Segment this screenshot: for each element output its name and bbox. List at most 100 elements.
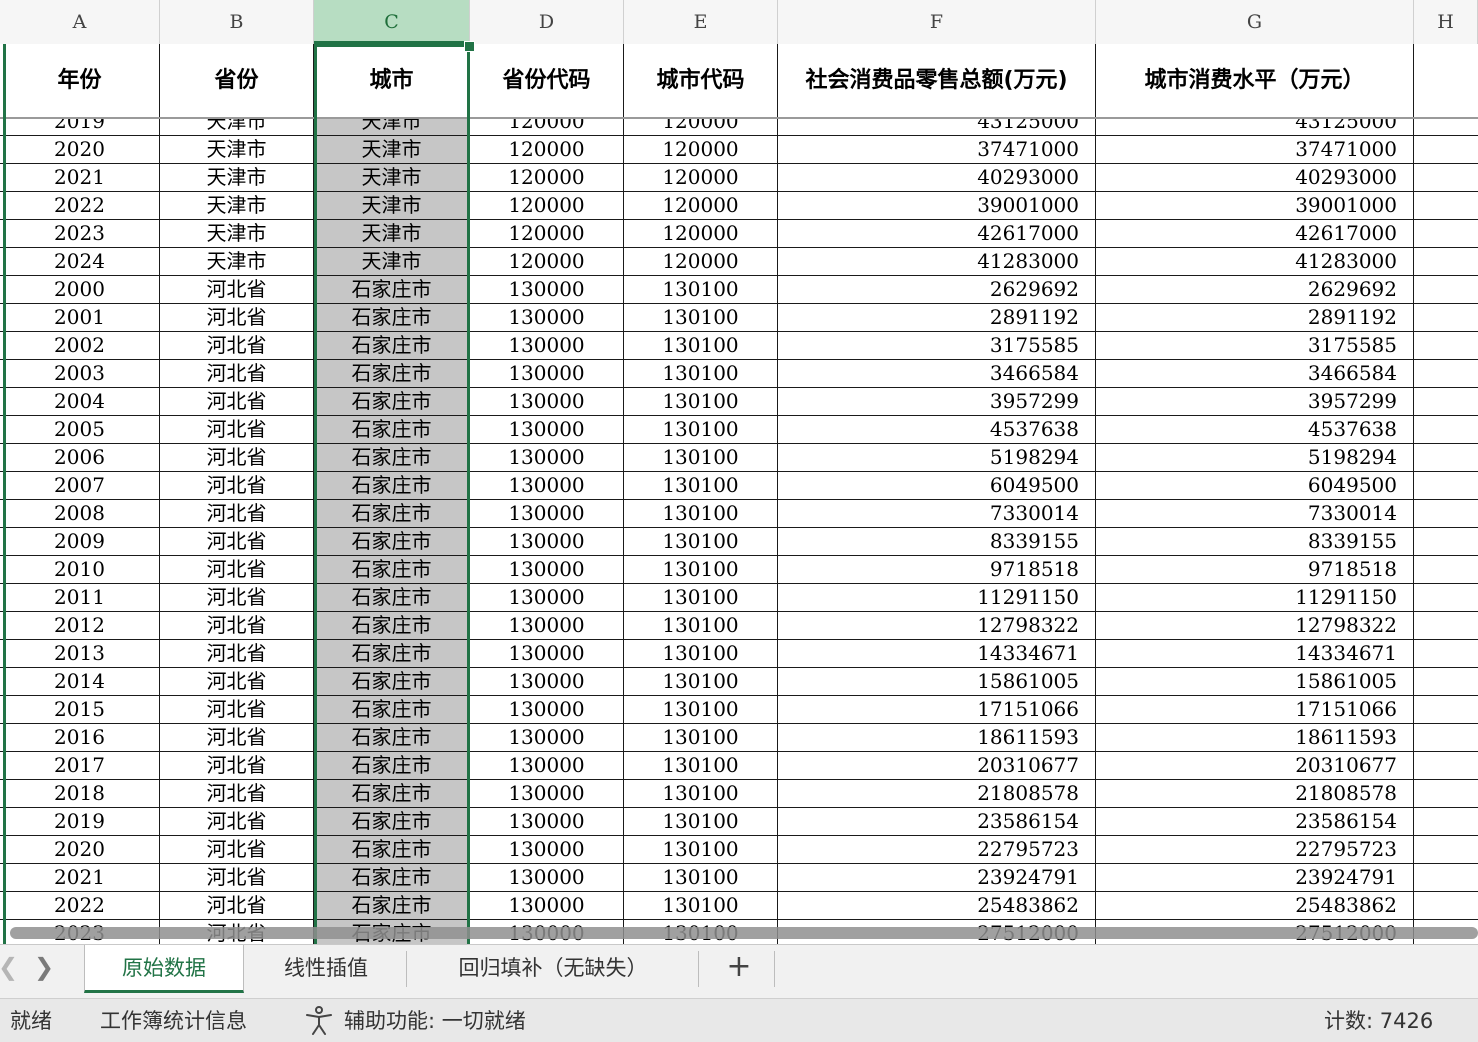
cell-g[interactable]: 39001000 <box>1096 192 1414 219</box>
cell-f[interactable]: 14334671 <box>778 640 1096 667</box>
cell-h[interactable] <box>1414 864 1478 891</box>
cell-b[interactable]: 河北省 <box>160 752 314 779</box>
cell-f[interactable]: 6049500 <box>778 472 1096 499</box>
cell-g[interactable]: 12798322 <box>1096 612 1414 639</box>
cell-d[interactable]: 130000 <box>470 696 624 723</box>
cell-a[interactable]: 2005 <box>0 416 160 443</box>
cell-d[interactable]: 130000 <box>470 332 624 359</box>
cell-g[interactable]: 15861005 <box>1096 668 1414 695</box>
cell-c[interactable]: 石家庄市 <box>314 304 470 331</box>
cell-h[interactable] <box>1414 276 1478 303</box>
cell-f[interactable]: 37471000 <box>778 136 1096 163</box>
cell-d[interactable]: 130000 <box>470 612 624 639</box>
cell-b[interactable]: 河北省 <box>160 696 314 723</box>
cell-d[interactable]: 130000 <box>470 584 624 611</box>
cell-b[interactable]: 天津市 <box>160 192 314 219</box>
cell-b[interactable]: 河北省 <box>160 836 314 863</box>
cell-e[interactable]: 130100 <box>624 444 778 471</box>
cell-e[interactable]: 130100 <box>624 388 778 415</box>
cell-c[interactable]: 石家庄市 <box>314 780 470 807</box>
cell-g[interactable]: 3957299 <box>1096 388 1414 415</box>
cell-g[interactable]: 21808578 <box>1096 780 1414 807</box>
cell-f[interactable]: 21808578 <box>778 780 1096 807</box>
sheet-tab-linear-interp[interactable]: 线性插值 <box>246 945 406 991</box>
column-letter-g[interactable]: G <box>1096 0 1414 44</box>
cell-e[interactable]: 130100 <box>624 472 778 499</box>
column-letter-f[interactable]: F <box>778 0 1096 44</box>
cell-a[interactable]: 2024 <box>0 248 160 275</box>
cell-a[interactable]: 2014 <box>0 668 160 695</box>
cell-d[interactable]: 130000 <box>470 500 624 527</box>
cell-e[interactable]: 130100 <box>624 556 778 583</box>
cell-c[interactable]: 石家庄市 <box>314 696 470 723</box>
cell-b[interactable]: 河北省 <box>160 500 314 527</box>
cell-a[interactable]: 2012 <box>0 612 160 639</box>
cell-b[interactable]: 河北省 <box>160 864 314 891</box>
cell-e[interactable]: 130100 <box>624 668 778 695</box>
cell-d[interactable]: 120000 <box>470 192 624 219</box>
cell-f[interactable]: 42617000 <box>778 220 1096 247</box>
accessibility-icon[interactable] <box>302 999 336 1042</box>
cell-c[interactable]: 石家庄市 <box>314 724 470 751</box>
cell-b[interactable]: 河北省 <box>160 472 314 499</box>
cell-c[interactable]: 石家庄市 <box>314 668 470 695</box>
cell-b[interactable]: 天津市 <box>160 248 314 275</box>
cell-d[interactable]: 120000 <box>470 164 624 191</box>
cell-c[interactable]: 石家庄市 <box>314 276 470 303</box>
cell-b[interactable]: 河北省 <box>160 332 314 359</box>
cell-b[interactable]: 河北省 <box>160 612 314 639</box>
cell-b[interactable]: 天津市 <box>160 136 314 163</box>
cell-f[interactable]: 17151066 <box>778 696 1096 723</box>
cell-f[interactable]: 3466584 <box>778 360 1096 387</box>
cell-c[interactable]: 石家庄市 <box>314 500 470 527</box>
cell-d[interactable]: 120000 <box>470 248 624 275</box>
chevron-left-icon[interactable]: ❮ <box>0 953 18 981</box>
cell-e[interactable]: 130100 <box>624 528 778 555</box>
cell-g[interactable]: 37471000 <box>1096 136 1414 163</box>
cell-h[interactable] <box>1414 136 1478 163</box>
column-letter-b[interactable]: B <box>160 0 314 44</box>
cell-h[interactable] <box>1414 780 1478 807</box>
cell-a[interactable]: 2021 <box>0 864 160 891</box>
cell-d[interactable]: 130000 <box>470 444 624 471</box>
cell-a[interactable]: 2000 <box>0 276 160 303</box>
cell-e[interactable]: 130100 <box>624 752 778 779</box>
cell-a[interactable]: 2001 <box>0 304 160 331</box>
cell-c[interactable]: 石家庄市 <box>314 444 470 471</box>
cell-g[interactable]: 5198294 <box>1096 444 1414 471</box>
cell-f[interactable]: 23586154 <box>778 808 1096 835</box>
cell-c[interactable]: 石家庄市 <box>314 864 470 891</box>
cell-e[interactable]: 130100 <box>624 360 778 387</box>
cell-a[interactable]: 2018 <box>0 780 160 807</box>
cell-e[interactable]: 130100 <box>624 640 778 667</box>
cell-g[interactable]: 4537638 <box>1096 416 1414 443</box>
cell-c[interactable]: 石家庄市 <box>314 892 470 919</box>
cell-b[interactable]: 河北省 <box>160 528 314 555</box>
cell-b[interactable]: 河北省 <box>160 668 314 695</box>
cell-d[interactable]: 130000 <box>470 472 624 499</box>
header-cell-e[interactable]: 城市代码 <box>624 44 778 117</box>
sheet-tab-raw-data[interactable]: 原始数据 <box>84 945 244 993</box>
cell-h[interactable] <box>1414 416 1478 443</box>
cell-e[interactable]: 130100 <box>624 304 778 331</box>
cell-a[interactable]: 2003 <box>0 360 160 387</box>
header-cell-h[interactable] <box>1414 44 1478 117</box>
cell-h[interactable] <box>1414 500 1478 527</box>
cell-e[interactable]: 120000 <box>624 164 778 191</box>
cell-a[interactable]: 2022 <box>0 192 160 219</box>
cell-c[interactable]: 石家庄市 <box>314 388 470 415</box>
workbook-stats-button[interactable]: 工作簿统计信息 <box>100 999 247 1042</box>
cell-h[interactable] <box>1414 612 1478 639</box>
cell-c[interactable]: 天津市 <box>314 220 470 247</box>
cell-b[interactable]: 河北省 <box>160 304 314 331</box>
cell-a[interactable]: 2006 <box>0 444 160 471</box>
cell-f[interactable]: 8339155 <box>778 528 1096 555</box>
cell-a[interactable]: 2019 <box>0 808 160 835</box>
cell-h[interactable] <box>1414 360 1478 387</box>
column-letter-c[interactable]: C <box>314 0 470 44</box>
cell-h[interactable] <box>1414 836 1478 863</box>
cell-d[interactable]: 130000 <box>470 528 624 555</box>
cell-a[interactable]: 2016 <box>0 724 160 751</box>
cell-d[interactable]: 130000 <box>470 892 624 919</box>
cell-g[interactable]: 8339155 <box>1096 528 1414 555</box>
